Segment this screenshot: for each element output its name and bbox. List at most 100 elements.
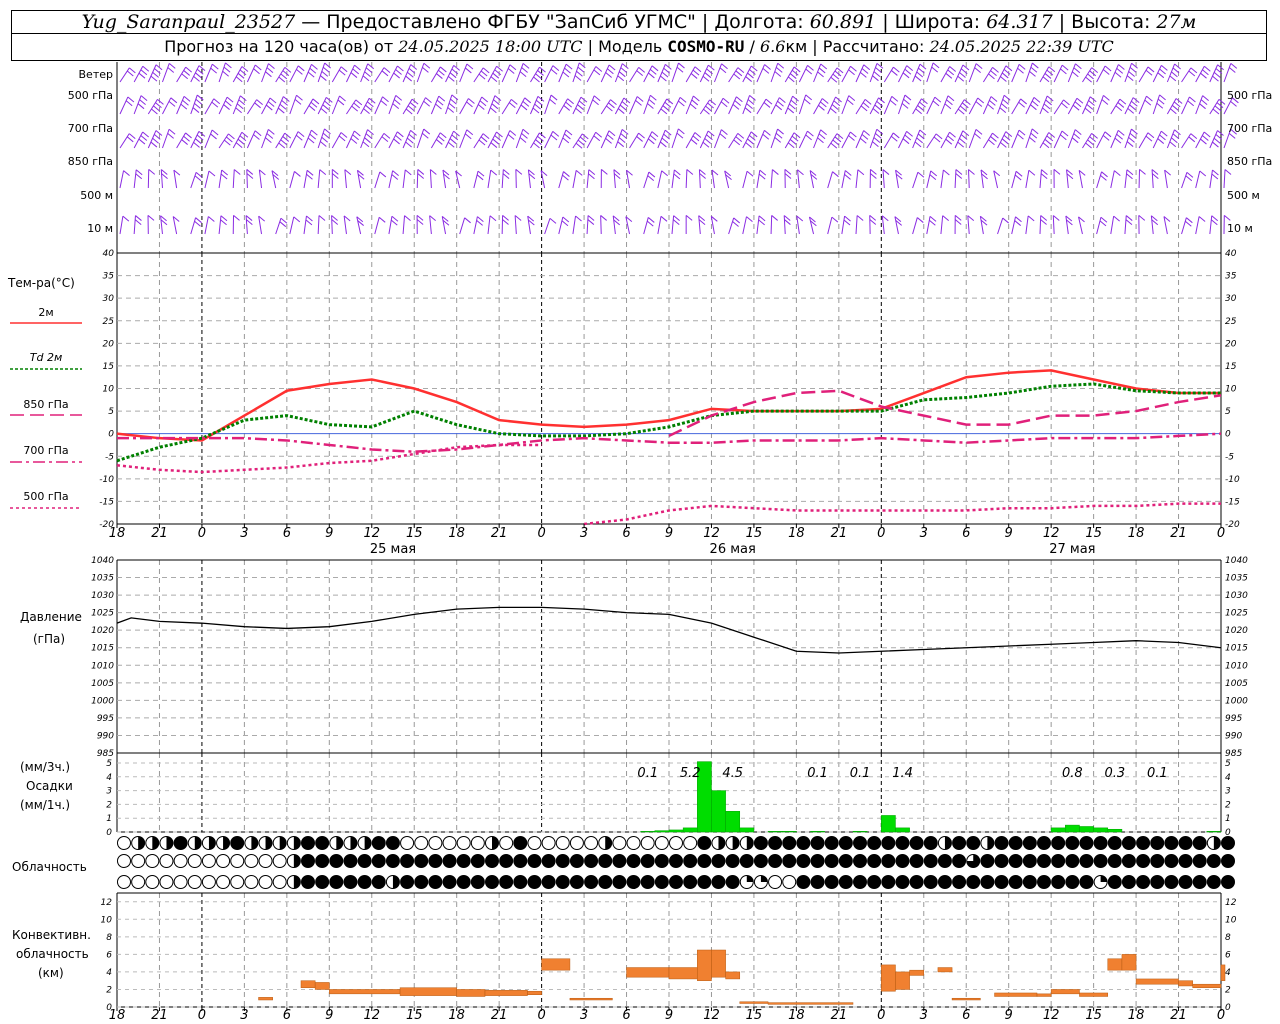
wind-barb [1082, 96, 1097, 115]
precip-ytick-left: 2 [106, 800, 112, 810]
cloud-symbol [739, 836, 754, 850]
wind-barb [572, 215, 582, 235]
cloud-symbol [1093, 854, 1108, 868]
wind-barb [527, 215, 535, 235]
time-tick-label: 18 [788, 526, 805, 541]
wind-barb [898, 130, 913, 149]
wind-barb [289, 216, 301, 235]
wind-barb [388, 170, 399, 189]
wind-barb [402, 215, 411, 235]
cloud-symbol [598, 875, 613, 889]
cloud-symbol [569, 875, 584, 889]
wind-barb [232, 169, 241, 189]
wind-barb [441, 216, 450, 235]
cloud-symbol [428, 875, 443, 889]
wind-barb [245, 215, 253, 235]
cloud-symbol [145, 854, 160, 868]
wind-barb [160, 215, 168, 235]
conv-bar [1079, 992, 1109, 997]
cloud-symbol [201, 836, 216, 850]
wind-barb [204, 216, 215, 235]
wind-barb [827, 171, 839, 189]
wind-barb [1138, 132, 1155, 149]
pressure-ytick-left: 1030 [91, 591, 114, 601]
wind-barb [303, 215, 313, 235]
conv-bar [895, 971, 910, 990]
wind-right-500hpa: 500 гПа [1227, 89, 1273, 102]
wind-barb [261, 129, 275, 149]
wind-barb [147, 64, 163, 83]
wind-barb [883, 66, 900, 83]
wind-barb [190, 130, 206, 149]
cloud-symbol [768, 854, 783, 868]
wind-barb [855, 169, 865, 189]
cloud-symbol [909, 854, 924, 868]
wind-barb [374, 216, 386, 235]
wind-barb [940, 131, 956, 149]
cloud-symbol [867, 854, 882, 868]
conv-bar [626, 967, 670, 978]
cloud-symbol [258, 836, 273, 850]
precip-bar [1093, 827, 1109, 833]
conv-ytick-right: 0 [1225, 1003, 1231, 1013]
conv-bar [668, 967, 698, 980]
wind-barb [1151, 169, 1159, 189]
time-tick-label: 9 [325, 526, 333, 541]
wind-barb [883, 132, 900, 149]
cloud-symbol [1150, 854, 1165, 868]
wind-barb [756, 64, 771, 83]
meteogram: 40 4035 3530 3025 2520 2015 1510 105 50 0-5 -5-10-… [10, 62, 1248, 1023]
wind-barb [258, 169, 266, 189]
wind-barb [841, 131, 857, 149]
time-tick-label: 21 [1170, 526, 1187, 541]
wind-barb [374, 133, 391, 149]
wind-barb [515, 128, 530, 149]
wind-barb [442, 169, 450, 189]
wind-barb [119, 170, 130, 189]
wind-barb [430, 95, 446, 115]
cloud-symbol [1051, 836, 1066, 850]
precip-ytick-right: 3 [1225, 787, 1231, 797]
cloud-symbol [640, 875, 655, 889]
cloud-symbol [711, 875, 726, 889]
wind-barb [798, 130, 814, 149]
wind-barb [643, 131, 659, 149]
precip-bar [767, 831, 783, 833]
legend-label-850: 850 гПа [23, 398, 69, 411]
temp-title: Тем-ра(°C) [8, 276, 75, 290]
wind-barb [997, 65, 1013, 83]
cloud-symbol [357, 875, 372, 889]
precip-bar [1050, 827, 1066, 833]
cloud-symbol [782, 836, 797, 850]
cloud-symbol [1065, 854, 1080, 868]
precip-bar [1206, 831, 1222, 833]
wind-barb [954, 99, 971, 115]
wind-barb [501, 169, 510, 189]
wind-barb [487, 131, 503, 149]
wind-barb [883, 95, 899, 115]
cloud-symbol [1136, 854, 1151, 868]
pressure-ytick-right: 1020 [1225, 626, 1248, 636]
cloud-symbol [810, 836, 825, 850]
cloud-symbol [867, 836, 882, 850]
wind-barb [445, 94, 459, 115]
wind-barb [176, 95, 191, 115]
precip-bar [1065, 824, 1080, 833]
cloud-symbol [697, 875, 712, 889]
wind-barb [558, 129, 573, 149]
cloud-symbol [994, 854, 1009, 868]
wind-barb [1096, 171, 1108, 189]
wind-barb [1082, 133, 1098, 149]
cloud-symbol [385, 875, 400, 889]
cloud-symbol [131, 854, 146, 868]
precip-3h-label: 0.1 [637, 766, 658, 781]
wind-barb [586, 66, 603, 83]
pressure-ytick-right: 1005 [1225, 679, 1248, 689]
cloud-symbol [1022, 875, 1037, 889]
wind-barb [344, 169, 352, 189]
wind-barb [459, 98, 475, 115]
cloud-symbol [1150, 836, 1165, 850]
wind-barb [303, 63, 318, 83]
temp-ytick-right: 25 [1225, 317, 1237, 327]
wind-barb [133, 169, 143, 189]
